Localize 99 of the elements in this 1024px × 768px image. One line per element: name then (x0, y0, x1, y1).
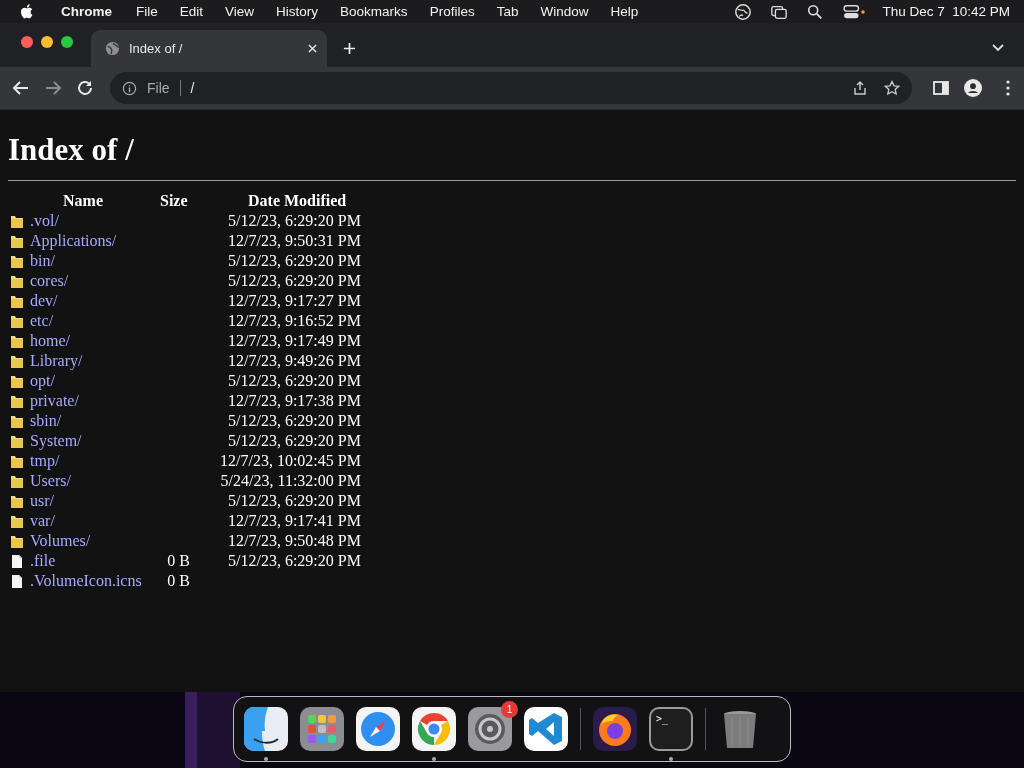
menu-item[interactable]: Help (610, 4, 639, 19)
file-link[interactable]: var/ (30, 512, 55, 529)
date-modified: 5/12/23, 6:29:20 PM (228, 412, 361, 429)
date-modified: 12/7/23, 9:17:38 PM (228, 392, 361, 409)
date-modified: 12/7/23, 9:17:27 PM (228, 292, 361, 309)
minimize-window-button[interactable] (41, 36, 53, 48)
date-modified: 12/7/23, 9:17:41 PM (228, 512, 361, 529)
column-header: Size (160, 192, 188, 209)
file-size: 0 B (167, 552, 190, 569)
file-link[interactable]: cores/ (30, 272, 69, 289)
menu-item[interactable]: History (276, 4, 319, 19)
file-link[interactable]: .file (30, 552, 56, 569)
menu-item[interactable]: Edit (179, 4, 204, 19)
file-link[interactable]: usr/ (30, 492, 54, 509)
file-link[interactable]: Library/ (30, 352, 83, 369)
file-link[interactable]: etc/ (30, 312, 54, 329)
folder-icon (10, 333, 24, 349)
date-modified: 12/7/23, 9:17:49 PM (228, 332, 361, 349)
file-link[interactable]: tmp/ (30, 452, 60, 469)
menu-item[interactable]: View (225, 4, 255, 19)
close-window-button[interactable] (21, 36, 33, 48)
browser-tab[interactable]: Index of / (91, 30, 327, 67)
menu-item[interactable]: Profiles (429, 4, 475, 19)
menu-item[interactable]: File (136, 4, 158, 19)
folder-icon (10, 213, 24, 229)
reload-icon[interactable] (76, 79, 94, 97)
file-link[interactable]: bin/ (30, 252, 55, 269)
side-panel-icon[interactable] (932, 79, 950, 97)
file-link[interactable]: Users/ (30, 472, 71, 489)
date-modified: 5/12/23, 6:29:20 PM (228, 272, 361, 289)
column-header: Name (63, 192, 103, 209)
chrome-icon[interactable] (412, 707, 456, 751)
date-modified: 12/7/23, 10:02:45 PM (220, 452, 361, 469)
search-icon[interactable] (806, 2, 825, 21)
globe-icon (105, 41, 120, 56)
date-modified: 5/12/23, 6:29:20 PM (228, 492, 361, 509)
folder-icon (10, 493, 24, 509)
file-link[interactable]: Applications/ (30, 232, 117, 249)
folder-icon (10, 413, 24, 429)
date-modified: 5/12/23, 6:29:20 PM (228, 212, 361, 229)
folder-icon (10, 473, 24, 489)
profile-icon[interactable] (964, 79, 982, 97)
date-modified: 5/12/23, 6:29:20 PM (228, 372, 361, 389)
date-modified: 12/7/23, 9:50:48 PM (228, 532, 361, 549)
globe-icon[interactable] (734, 2, 753, 21)
compass-icon[interactable] (356, 707, 400, 751)
address-bar[interactable]: File / (110, 72, 912, 104)
folder-icon (10, 293, 24, 309)
date-modified: 12/7/23, 9:50:31 PM (228, 232, 361, 249)
file-link[interactable]: opt/ (30, 372, 55, 389)
menu-item[interactable]: Bookmarks (340, 4, 408, 19)
notification-badge: 1 (501, 701, 518, 718)
close-tab-icon[interactable] (308, 44, 317, 53)
folder-icon (10, 433, 24, 449)
folder-icon (10, 393, 24, 409)
folder-icon (10, 233, 24, 249)
file-link[interactable]: Volumes/ (30, 532, 91, 549)
date-modified: 5/12/23, 6:29:20 PM (228, 252, 361, 269)
back-icon[interactable] (12, 79, 30, 97)
date-modified: 5/12/23, 6:29:20 PM (228, 432, 361, 449)
folder-icon (10, 273, 24, 289)
file-link[interactable]: home/ (30, 332, 70, 349)
new-tab-icon[interactable] (343, 42, 356, 55)
app-menu[interactable]: Chrome (61, 4, 112, 19)
file-link[interactable]: System/ (30, 432, 82, 449)
finder-icon[interactable] (244, 707, 288, 751)
date-modified: 5/12/23, 6:29:20 PM (228, 552, 361, 569)
file-link[interactable]: dev/ (30, 292, 58, 309)
folder-icon (10, 313, 24, 329)
forward-icon[interactable] (44, 79, 62, 97)
zoom-window-button[interactable] (61, 36, 73, 48)
file-icon (10, 553, 24, 569)
date-modified: 5/24/23, 11:32:00 PM (220, 472, 361, 489)
file-size: 0 B (167, 572, 190, 589)
date-modified: 12/7/23, 9:16:52 PM (228, 312, 361, 329)
menu-clock[interactable]: Thu Dec 7 10:42 PM (882, 4, 1010, 19)
page-heading: Index of / (8, 132, 135, 168)
launchpad-icon[interactable] (300, 707, 344, 751)
folder-icon (10, 533, 24, 549)
folder-icon (10, 453, 24, 469)
apple-logo-icon[interactable] (20, 4, 33, 19)
date-modified: 12/7/23, 9:49:26 PM (228, 352, 361, 369)
terminal-icon[interactable]: >_ (649, 707, 693, 751)
file-link[interactable]: sbin/ (30, 412, 62, 429)
column-header: Date Modified (248, 192, 347, 209)
file-link[interactable]: private/ (30, 392, 79, 409)
file-link[interactable]: .VolumeIcon.icns (30, 572, 142, 589)
chevron-down-icon[interactable] (992, 44, 1004, 52)
menu-item[interactable]: Window (540, 4, 589, 19)
control-center-icon[interactable] (842, 2, 867, 21)
file-icon (10, 573, 24, 589)
more-menu-icon[interactable] (1006, 79, 1010, 97)
code-editor-icon[interactable] (524, 707, 568, 751)
folder-icon (10, 353, 24, 369)
folder-icon (10, 253, 24, 269)
file-link[interactable]: .vol/ (30, 212, 59, 229)
menu-item[interactable]: Tab (496, 4, 519, 19)
folder-icon (10, 513, 24, 529)
folder-icon (10, 373, 24, 389)
